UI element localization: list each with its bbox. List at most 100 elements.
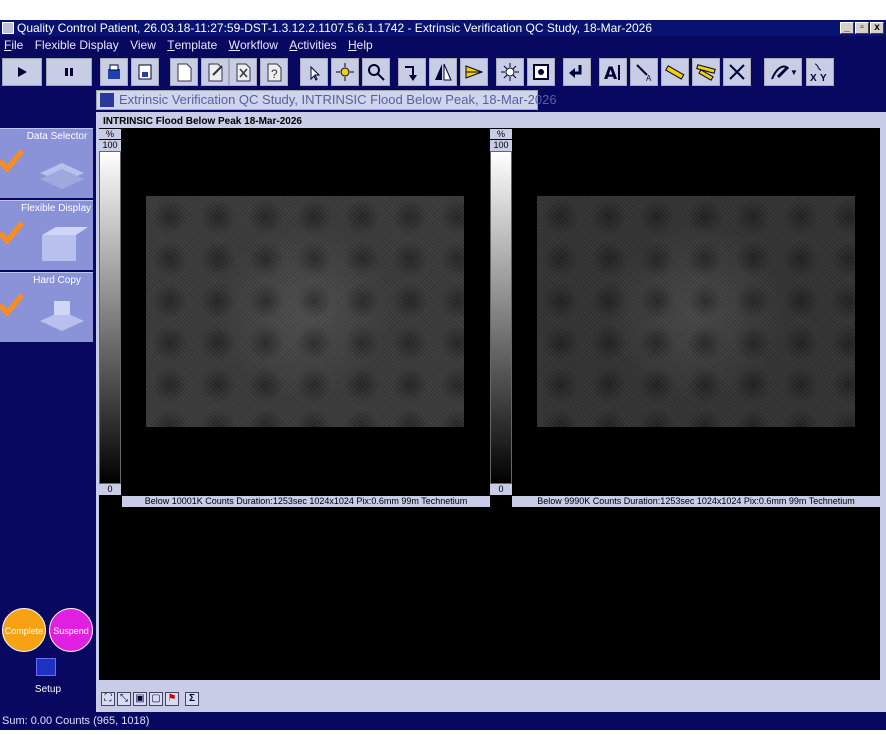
arrow-right-lines-icon (465, 65, 484, 79)
xy-icon: XY (810, 63, 827, 83)
scale-min: 0 (99, 484, 121, 495)
angle-ruler-icon (696, 64, 716, 81)
brightness-icon (501, 63, 519, 81)
grayscale-bar (490, 151, 512, 484)
ruler-button[interactable] (661, 58, 689, 86)
status-bar: Sum: 0.00 Counts (965, 1018) (0, 712, 886, 730)
nav-item-flexible-display[interactable]: Flexible Display (0, 200, 93, 270)
menu-file[interactable]: File (0, 36, 27, 54)
nav-item-data-selector[interactable]: Data Selector (0, 128, 93, 198)
flip-icon (435, 63, 452, 81)
text-annotation-button[interactable]: A (599, 58, 627, 86)
save-icon (138, 64, 152, 80)
minimize-button[interactable]: _ (840, 22, 854, 34)
pause-icon (65, 68, 73, 76)
svg-text:Y: Y (820, 73, 827, 83)
reset-button[interactable] (563, 58, 591, 86)
magnifier-icon (368, 64, 385, 81)
image-caption-1: Below 10001K Counts Duration:1253sec 102… (122, 496, 490, 507)
workflow-panel: Data Selector Flexible Display Hard Copy… (0, 90, 96, 712)
menu-help[interactable]: Help (344, 36, 377, 54)
edit-icon (208, 63, 223, 82)
menu-activities[interactable]: Activities (285, 36, 340, 54)
rotate-button[interactable] (398, 58, 426, 86)
reset-arrow-icon (569, 65, 582, 78)
scale-min: 0 (490, 484, 512, 495)
dropdown-arrow-icon[interactable]: ▼ (790, 68, 798, 77)
roi-button[interactable] (723, 58, 751, 86)
arrow-annotation-button[interactable]: A (630, 58, 658, 86)
nav-item-label: Flexible Display (20, 203, 92, 214)
sun-cursor-icon (336, 63, 354, 81)
app-icon (2, 22, 14, 34)
angle-button[interactable] (692, 58, 720, 86)
flip-button[interactable] (429, 58, 457, 86)
delete-page-button[interactable] (229, 58, 257, 86)
tab-label: Extrinsic Verification QC Study, INTRINS… (119, 92, 557, 107)
delete-page-icon (236, 63, 251, 82)
suspend-button[interactable]: Suspend (49, 608, 93, 652)
scale-unit: % (99, 129, 121, 139)
bottom-toolbar: ⛶ ⤡ ▣ ▢ ⚑ Σ (99, 690, 880, 708)
pointer-icon (310, 65, 321, 81)
layout-button[interactable] (460, 58, 488, 86)
rotate-icon (405, 66, 417, 81)
draw-tool-button[interactable]: ▼ (764, 58, 802, 86)
collapse-icon[interactable]: ⤡ (117, 692, 131, 706)
scale-max: 100 (490, 140, 512, 151)
menu-workflow[interactable]: Workflow (225, 36, 282, 54)
pause-button[interactable] (46, 58, 92, 86)
window-level-button[interactable] (331, 58, 359, 86)
help-page-button[interactable]: ? (260, 58, 288, 86)
window-icon[interactable]: ▣ (133, 692, 147, 706)
open-button[interactable] (100, 58, 128, 86)
svg-text:A: A (604, 64, 618, 83)
expand-icon[interactable]: ⛶ (101, 692, 115, 706)
setup-label: Setup (34, 684, 62, 695)
ruler-icon (665, 65, 685, 80)
roi-arrows-icon (729, 64, 745, 80)
panel-title: INTRINSIC Flood Below Peak 18-Mar-2026 (99, 115, 880, 128)
menu-template[interactable]: Template (163, 36, 221, 54)
check-icon (0, 293, 24, 317)
pointer-tool-button[interactable] (300, 58, 328, 86)
flexible-display-icon (42, 227, 88, 261)
save-button[interactable] (131, 58, 159, 86)
flood-image-2[interactable] (537, 196, 855, 427)
scale-unit: % (490, 129, 512, 139)
check-icon (0, 221, 24, 245)
page-icon (177, 63, 192, 82)
setup-icon[interactable] (36, 658, 56, 676)
menu-view[interactable]: View (126, 36, 160, 54)
arrow-annotation-icon: A (636, 64, 652, 83)
text-icon: A (604, 64, 620, 83)
brightness-button[interactable] (496, 58, 524, 86)
play-button[interactable] (2, 58, 42, 86)
sum-button[interactable]: Σ (185, 692, 199, 706)
xy-plot-button[interactable]: XY (806, 58, 834, 86)
complete-button[interactable]: Complete (2, 608, 46, 652)
svg-text:?: ? (271, 67, 278, 81)
new-page-button[interactable] (170, 58, 198, 86)
nav-item-label: Hard Copy (33, 275, 81, 286)
question-icon: ? (267, 63, 282, 82)
grayscale-bar (99, 151, 121, 484)
printer-icon (40, 301, 84, 331)
nav-item-label: Data Selector (26, 131, 88, 142)
display-icon[interactable]: ▢ (149, 692, 163, 706)
close-button[interactable]: x (870, 22, 884, 34)
check-icon (0, 149, 24, 173)
edit-button[interactable] (201, 58, 229, 86)
invert-button[interactable] (527, 58, 555, 86)
tab-study[interactable]: Extrinsic Verification QC Study, INTRINS… (96, 90, 557, 110)
menu-flexible-display[interactable]: Flexible Display (31, 36, 123, 54)
window-title: Quality Control Patient, 26.03.18-11:27:… (17, 21, 653, 35)
restore-button[interactable]: ▫ (855, 22, 869, 34)
layout-grid-icon (100, 93, 114, 107)
zoom-button[interactable] (362, 58, 390, 86)
nav-item-hard-copy[interactable]: Hard Copy (0, 272, 93, 342)
pen-icon (771, 65, 790, 80)
bookmark-icon[interactable]: ⚑ (165, 692, 179, 706)
flood-image-1[interactable] (146, 196, 464, 427)
svg-text:X: X (810, 73, 817, 83)
